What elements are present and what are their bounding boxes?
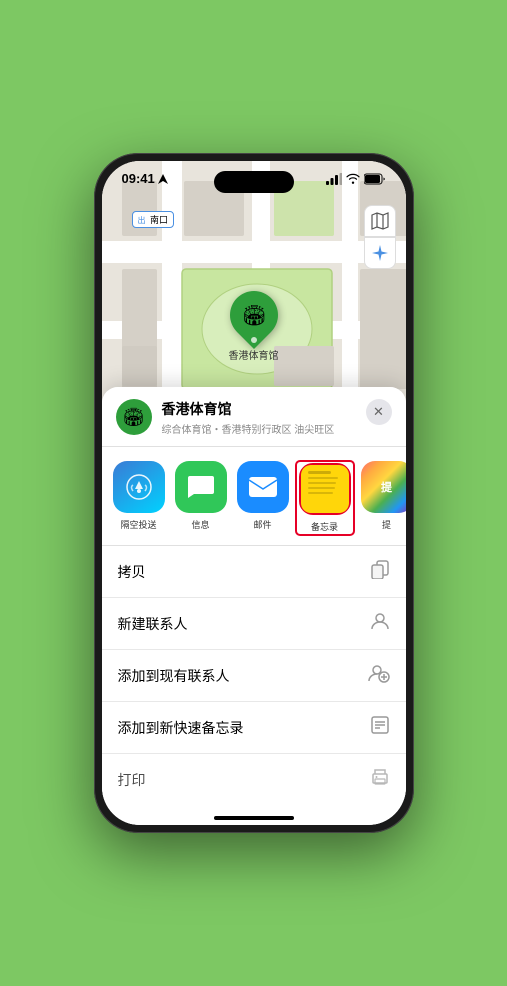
home-bar	[214, 816, 294, 820]
add-to-contact-label: 添加到现有联系人	[118, 666, 230, 686]
copy-icon	[370, 559, 390, 584]
share-mail[interactable]: 邮件	[234, 461, 292, 535]
mail-svg	[248, 476, 278, 498]
stadium-marker: 🏟 香港体育馆	[229, 291, 279, 362]
share-row: 隔空投送 信息	[102, 447, 406, 546]
print-svg	[370, 767, 390, 787]
copy-label: 拷贝	[118, 562, 146, 582]
add-to-contact-icon	[368, 663, 390, 688]
mail-icon-bg	[237, 461, 289, 513]
more-label-inner: 提	[381, 479, 392, 495]
location-card: 🏟 香港体育馆 综合体育馆・香港特别行政区 油尖旺区 ✕	[102, 387, 406, 447]
notes-icon-bg	[299, 463, 351, 515]
messages-icon-bg	[175, 461, 227, 513]
add-to-notes-icon	[370, 715, 390, 740]
map-controls	[364, 205, 396, 269]
messages-label: 信息	[191, 518, 209, 531]
airdrop-icon	[113, 461, 165, 513]
bottom-sheet: 🏟 香港体育馆 综合体育馆・香港特别行政区 油尖旺区 ✕	[102, 387, 406, 825]
share-more[interactable]: 提 提	[358, 461, 406, 535]
new-contact-action[interactable]: 新建联系人	[102, 598, 406, 650]
messages-svg	[186, 472, 216, 502]
location-subtitle: 综合体育馆・香港特别行政区 油尖旺区	[162, 421, 356, 436]
new-contact-label: 新建联系人	[118, 614, 188, 634]
signal-icon	[326, 173, 342, 185]
share-notes[interactable]: 备忘录	[296, 461, 354, 535]
share-messages[interactable]: 信息	[172, 461, 230, 535]
print-icon	[370, 767, 390, 792]
map-label-text: 南口	[150, 215, 168, 225]
share-airdrop[interactable]: 隔空投送	[110, 461, 168, 535]
new-contact-icon	[370, 611, 390, 636]
add-to-notes-action[interactable]: 添加到新快速备忘录	[102, 702, 406, 754]
battery-icon	[364, 173, 386, 185]
more-icon-bg: 提	[361, 461, 406, 513]
map-south-exit-label: 出 南口	[132, 211, 175, 228]
notes-action-svg	[370, 715, 390, 735]
compass-icon	[372, 245, 388, 261]
marker-icon: 🏟	[241, 303, 266, 328]
action-list: 拷贝 新建联系人	[102, 546, 406, 805]
wifi-icon	[346, 173, 360, 184]
print-label: 打印	[118, 770, 146, 790]
status-icons	[326, 173, 386, 185]
phone-frame: 09:41	[94, 153, 414, 833]
airdrop-label: 隔空投送	[120, 518, 156, 531]
location-icon: 🏟	[116, 399, 152, 435]
home-indicator	[102, 805, 406, 825]
marker-dot	[251, 337, 257, 343]
more-label: 提	[382, 518, 391, 531]
dynamic-island	[214, 171, 294, 193]
location-name: 香港体育馆	[162, 399, 356, 419]
mail-label: 邮件	[253, 518, 271, 531]
map-type-button[interactable]	[364, 205, 396, 237]
new-contact-svg	[370, 611, 390, 631]
copy-svg	[370, 559, 390, 579]
add-to-contact-action[interactable]: 添加到现有联系人	[102, 650, 406, 702]
add-to-notes-label: 添加到新快速备忘录	[118, 718, 244, 738]
print-action[interactable]: 打印	[102, 754, 406, 805]
map-type-icon	[371, 212, 389, 230]
add-contact-svg	[368, 663, 390, 683]
location-button[interactable]	[364, 237, 396, 269]
copy-action[interactable]: 拷贝	[102, 546, 406, 598]
notes-label: 备忘录	[311, 520, 338, 533]
location-arrow-icon	[158, 174, 168, 184]
airdrop-svg	[125, 473, 153, 501]
location-info: 香港体育馆 综合体育馆・香港特别行政区 油尖旺区	[162, 399, 356, 436]
phone-screen: 09:41	[102, 161, 406, 825]
status-time: 09:41	[122, 171, 155, 186]
close-button[interactable]: ✕	[366, 399, 392, 425]
